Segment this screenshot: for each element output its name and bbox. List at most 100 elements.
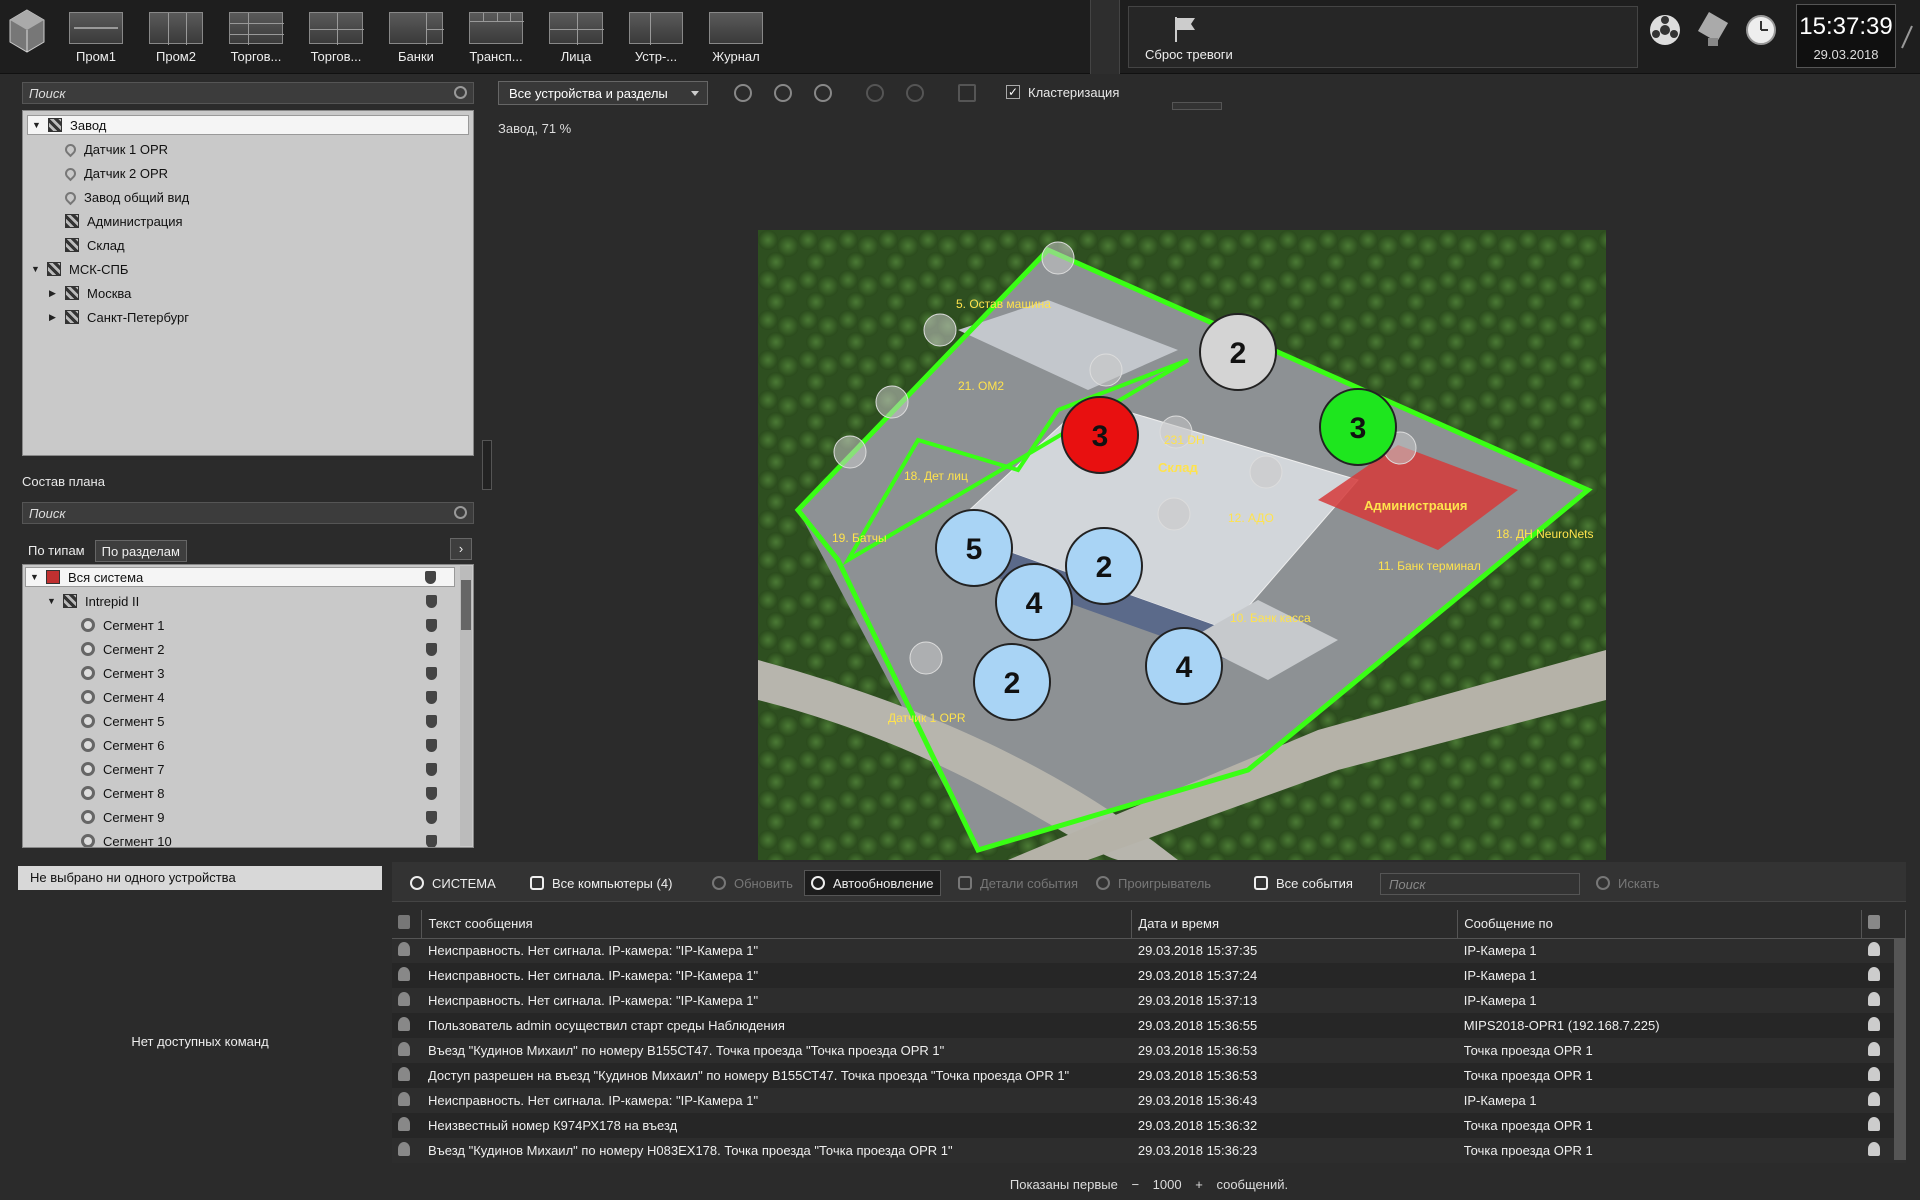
shield-icon[interactable]: [425, 570, 436, 584]
increase-count-button[interactable]: +: [1195, 1177, 1203, 1192]
tab-by-section[interactable]: По разделам: [94, 540, 187, 562]
plan-tree-item[interactable]: Сегмент 7: [25, 759, 455, 779]
shield-icon[interactable]: [426, 810, 437, 824]
alarm-reset-panel[interactable]: Сброс тревоги: [1128, 6, 1638, 68]
event-row[interactable]: Неизвестный номер К974РХ178 на въезд 29.0…: [392, 1113, 1906, 1138]
shield-icon[interactable]: [426, 762, 437, 776]
edit-icon[interactable]: [866, 84, 884, 102]
plan-tree-item[interactable]: Сегмент 2: [25, 639, 455, 659]
event-row[interactable]: Неисправность. Нет сигнала. IP-камера: "…: [392, 938, 1906, 963]
plan-tree-item[interactable]: Сегмент 6: [25, 735, 455, 755]
shield-icon[interactable]: [426, 714, 437, 728]
plan-search-input[interactable]: Поиск: [22, 502, 474, 524]
expand-down-icon[interactable]: ▼: [30, 572, 40, 582]
plan-tree-item[interactable]: Сегмент 3: [25, 663, 455, 683]
events-search-input[interactable]: Поиск: [1380, 873, 1580, 895]
shield-icon[interactable]: [426, 738, 437, 752]
shield-icon[interactable]: [426, 690, 437, 704]
events-scrollbar[interactable]: [1894, 938, 1906, 1160]
search-icon[interactable]: [454, 86, 467, 99]
datetime-column-header[interactable]: Дата и время: [1131, 910, 1459, 939]
decrease-count-button[interactable]: −: [1131, 1177, 1139, 1192]
expand-down-icon[interactable]: ▼: [47, 596, 57, 606]
device-cluster[interactable]: 3: [1061, 396, 1139, 474]
expand-down-icon[interactable]: ▼: [31, 264, 41, 274]
tree-search-input[interactable]: Поиск: [22, 82, 474, 104]
panel-collapse-handle[interactable]: [482, 440, 492, 490]
plan-tree-item[interactable]: Сегмент 4: [25, 687, 455, 707]
map-tree-item[interactable]: Датчик 1 OPR: [27, 139, 469, 159]
all-events-button[interactable]: Все события: [1248, 870, 1359, 896]
clustering-checkbox[interactable]: ✓: [1006, 85, 1020, 99]
system-button[interactable]: СИСТЕМА: [404, 870, 502, 896]
device-cluster[interactable]: 3: [1319, 388, 1397, 466]
map-tree-item[interactable]: Администрация: [27, 211, 469, 231]
camera-icon[interactable]: [1157, 497, 1191, 531]
network-icon[interactable]: [1696, 10, 1730, 50]
map-tree-item[interactable]: ▶ Санкт-Петербург: [27, 307, 469, 327]
event-row[interactable]: Въезд "Кудинов Михаил" по номеру В155СТ4…: [392, 1038, 1906, 1063]
camera-icon[interactable]: [875, 385, 909, 419]
event-row[interactable]: Неисправность. Нет сигнала. IP-камера: "…: [392, 988, 1906, 1013]
layout-torg2[interactable]: Торгов...: [296, 4, 376, 70]
autorefresh-button[interactable]: Автообновление: [804, 870, 941, 896]
expand-down-icon[interactable]: ▼: [32, 120, 42, 130]
film-reel-icon[interactable]: [1648, 10, 1682, 50]
computers-button[interactable]: Все компьютеры (4): [524, 870, 678, 896]
plan-tree-item[interactable]: Сегмент 9: [25, 807, 455, 827]
map-tree-item[interactable]: ▼ Завод: [27, 115, 469, 135]
shield-icon[interactable]: [426, 834, 437, 847]
search-icon[interactable]: [454, 506, 467, 519]
device-cluster[interactable]: 2: [1199, 313, 1277, 391]
pin-toolbar-icon[interactable]: [1900, 22, 1914, 52]
layout-journal[interactable]: Журнал: [696, 4, 776, 70]
shield-icon[interactable]: [426, 786, 437, 800]
refresh-button[interactable]: Обновить: [706, 870, 799, 896]
plan-tree-item[interactable]: ▼ Intrepid II: [25, 591, 455, 611]
plan-tree-scrollbar[interactable]: [460, 566, 472, 846]
event-row[interactable]: Неисправность. Нет сигнала. IP-камера: "…: [392, 963, 1906, 988]
device-cluster[interactable]: 2: [1065, 527, 1143, 605]
plan-tree-item[interactable]: Сегмент 10: [25, 831, 455, 847]
plan-tree-item[interactable]: ▼ Вся система: [25, 567, 455, 587]
layers-icon[interactable]: [958, 84, 976, 102]
map-tree-item[interactable]: Склад: [27, 235, 469, 255]
plan-tree-item[interactable]: Сегмент 1: [25, 615, 455, 635]
layout-transport[interactable]: Трансп...: [456, 4, 536, 70]
zoom-out-icon[interactable]: [774, 84, 792, 102]
source-column-header[interactable]: Сообщение по: [1457, 910, 1862, 939]
expand-right-icon[interactable]: ▶: [49, 288, 59, 299]
hide-icon[interactable]: [814, 84, 832, 102]
chevron-down-icon[interactable]: [1172, 102, 1222, 110]
layout-faces[interactable]: Лица: [536, 4, 616, 70]
find-button[interactable]: Искать: [1590, 870, 1666, 896]
event-row[interactable]: Неисправность. Нет сигнала. IP-камера: "…: [392, 1088, 1906, 1113]
event-row[interactable]: Пользователь admin осуществил старт сред…: [392, 1013, 1906, 1038]
camera-icon[interactable]: [923, 313, 957, 347]
device-cluster[interactable]: 4: [995, 563, 1073, 641]
expand-right-icon[interactable]: ▶: [49, 312, 59, 323]
app-logo-icon[interactable]: [6, 6, 48, 66]
site-map[interactable]: 2 3 3 5 2 4 2 4 5. Остав машина 21. OM2 231 DH 18.…: [758, 230, 1606, 860]
plan-tree-item[interactable]: Сегмент 5: [25, 711, 455, 731]
rotate-icon[interactable]: [906, 84, 924, 102]
camera-icon[interactable]: [1089, 353, 1123, 387]
zoom-in-icon[interactable]: [734, 84, 752, 102]
shield-icon[interactable]: [426, 618, 437, 632]
device-filter-select[interactable]: Все устройства и разделы: [498, 81, 708, 105]
camera-icon[interactable]: [833, 435, 867, 469]
camera-icon[interactable]: [909, 641, 943, 675]
device-cluster[interactable]: 4: [1145, 627, 1223, 705]
shield-icon[interactable]: [426, 642, 437, 656]
layout-devices[interactable]: Устр-...: [616, 4, 696, 70]
tab-by-type[interactable]: По типам: [22, 540, 91, 562]
shield-icon[interactable]: [426, 594, 437, 608]
text-column-header[interactable]: Текст сообщения: [421, 910, 1133, 939]
chevron-right-icon[interactable]: ›: [450, 538, 472, 560]
event-row[interactable]: Въезд "Кудинов Михаил" по номеру Н083ЕХ1…: [392, 1138, 1906, 1163]
map-tree-item[interactable]: ▼ МСК-СПБ: [27, 259, 469, 279]
layout-prom1[interactable]: Пром1: [56, 4, 136, 70]
plan-tree-item[interactable]: Сегмент 8: [25, 783, 455, 803]
camera-icon[interactable]: [1249, 455, 1283, 489]
layout-prom2[interactable]: Пром2: [136, 4, 216, 70]
